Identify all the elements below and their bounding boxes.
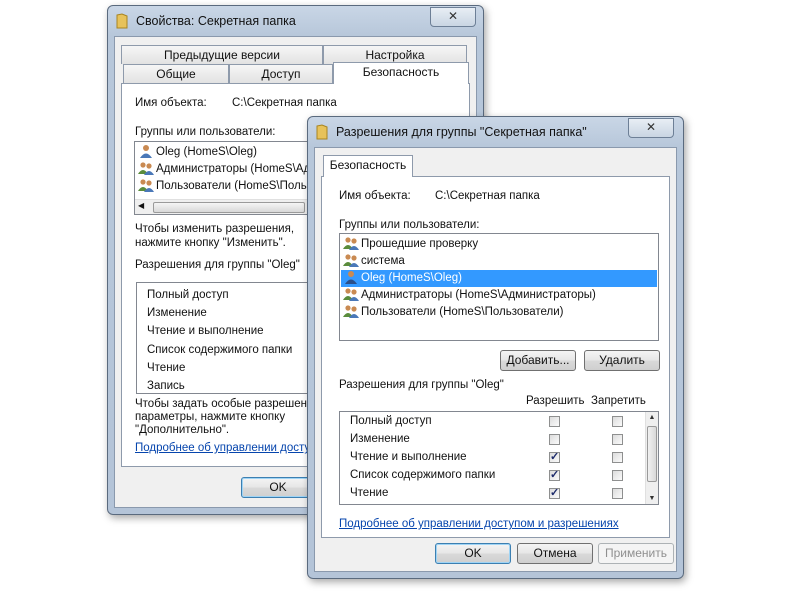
permission-row: Полный доступ <box>340 412 646 430</box>
allow-checkbox[interactable] <box>549 468 560 481</box>
list-item-selected[interactable]: Oleg (HomeS\Oleg) <box>341 270 657 287</box>
list-item[interactable]: Прошедшие проверку <box>343 236 478 253</box>
tab-security[interactable]: Безопасность <box>333 62 469 84</box>
permissions-label: Разрешения для группы "Oleg" <box>339 379 504 391</box>
access-control-link[interactable]: Подробнее об управлении доступом и разре… <box>339 518 619 530</box>
permissions-listbox: Полный доступ Изменение Чтение и выполне… <box>136 282 326 394</box>
permission-name: Изменение <box>350 433 410 445</box>
title-bar[interactable]: Разрешения для группы "Секретная папка" … <box>308 117 683 147</box>
permissions-grid: Полный доступ Изменение Чтение и выполне… <box>339 411 659 505</box>
permissions-window: Разрешения для группы "Секретная папка" … <box>307 116 684 579</box>
deny-header: Запретить <box>591 395 646 407</box>
list-item[interactable]: Пользователи (HomeS\Пользователи) <box>343 304 564 321</box>
window-client: Безопасность Имя объекта: C:\Секретная п… <box>314 147 677 572</box>
remove-button[interactable]: Удалить <box>584 350 660 371</box>
users-group-icon <box>138 161 154 175</box>
special-hint-2: параметры, нажмите кнопку <box>135 411 286 423</box>
close-icon: ✕ <box>645 120 657 134</box>
user-icon <box>343 270 359 284</box>
permission-row: Список содержимого папки <box>147 344 293 356</box>
deny-checkbox[interactable] <box>612 434 623 445</box>
object-name-label: Имя объекта: <box>339 190 411 202</box>
allow-checkbox[interactable] <box>549 416 560 427</box>
special-hint-1: Чтобы задать особые разрешения <box>135 398 320 410</box>
tab-previous-versions[interactable]: Предыдущие версии <box>121 45 323 64</box>
permission-name: Список содержимого папки <box>350 469 496 481</box>
window-title: Свойства: Секретная папка <box>136 14 296 28</box>
list-item[interactable]: система <box>343 253 405 270</box>
horizontal-scrollbar[interactable]: ◀ <box>135 199 323 214</box>
object-name-value: C:\Секретная папка <box>232 97 337 109</box>
permission-name: Полный доступ <box>350 415 432 427</box>
security-panel: Имя объекта: C:\Секретная папка Группы и… <box>321 176 670 538</box>
users-group-icon <box>343 304 359 318</box>
permission-row: Чтение <box>340 484 646 502</box>
vertical-scrollbar[interactable]: ▲ ▼ <box>645 412 658 504</box>
access-control-link[interactable]: Подробнее об управлении доступом <box>135 442 331 454</box>
permission-row: Полный доступ <box>147 289 229 301</box>
users-group-icon <box>343 253 359 267</box>
groups-label: Группы или пользователи: <box>339 219 480 231</box>
permission-row: Изменение <box>340 430 646 448</box>
list-item[interactable]: Пользователи (HomeS\Пользо <box>138 178 318 195</box>
folder-icon <box>116 13 128 29</box>
permission-row: Чтение и выполнение <box>340 448 646 466</box>
allow-checkbox[interactable] <box>549 434 560 445</box>
ok-button[interactable]: OK <box>241 477 315 498</box>
close-icon: ✕ <box>447 9 459 23</box>
permission-name: Чтение и выполнение <box>350 451 467 463</box>
permission-row: Список содержимого папки <box>340 466 646 484</box>
users-listbox[interactable]: Oleg (HomeS\Oleg) Администраторы (HomeS\… <box>134 141 324 215</box>
users-group-icon <box>343 287 359 301</box>
scroll-down-icon[interactable]: ▼ <box>646 495 658 502</box>
users-group-icon <box>343 236 359 250</box>
tab-general[interactable]: Общие <box>123 64 229 83</box>
scroll-left-icon[interactable]: ◀ <box>138 201 144 210</box>
object-name-label: Имя объекта: <box>135 97 207 109</box>
window-title: Разрешения для группы "Секретная папка" <box>336 125 587 139</box>
list-item[interactable]: Администраторы (HomeS\Администраторы) <box>343 287 596 304</box>
deny-checkbox[interactable] <box>612 416 623 427</box>
allow-checkbox[interactable] <box>549 450 560 463</box>
close-button[interactable]: ✕ <box>628 118 674 138</box>
tab-sharing[interactable]: Доступ <box>229 64 333 83</box>
deny-checkbox[interactable] <box>612 452 623 463</box>
ok-button[interactable]: OK <box>435 543 511 564</box>
object-name-value: C:\Секретная папка <box>435 190 540 202</box>
scroll-up-icon[interactable]: ▲ <box>646 414 658 421</box>
folder-icon <box>316 124 328 140</box>
list-item[interactable]: Администраторы (HomeS\Адми <box>138 161 323 178</box>
allow-header: Разрешить <box>526 395 585 407</box>
apply-button[interactable]: Применить <box>598 543 674 564</box>
permissions-label: Разрешения для группы "Oleg" <box>135 259 300 271</box>
change-hint-1: Чтобы изменить разрешения, <box>135 223 295 235</box>
permission-row: Запись <box>147 380 185 392</box>
permission-row: Чтение <box>147 362 186 374</box>
close-button[interactable]: ✕ <box>430 7 476 27</box>
permission-row: Изменение <box>147 307 207 319</box>
add-button[interactable]: Добавить... <box>500 350 576 371</box>
permission-name: Чтение <box>350 487 389 499</box>
deny-checkbox[interactable] <box>612 470 623 481</box>
permission-row: Чтение и выполнение <box>147 325 264 337</box>
users-group-icon <box>138 178 154 192</box>
cancel-button[interactable]: Отмена <box>517 543 593 564</box>
users-listbox[interactable]: Прошедшие проверку система Oleg (HomeS\O… <box>339 233 659 341</box>
special-hint-3: "Дополнительно". <box>135 424 230 436</box>
groups-label: Группы или пользователи: <box>135 126 276 138</box>
deny-checkbox[interactable] <box>612 488 623 499</box>
scroll-thumb[interactable] <box>647 426 657 482</box>
user-icon <box>138 144 154 158</box>
title-bar[interactable]: Свойства: Секретная папка ✕ <box>108 6 483 36</box>
list-item[interactable]: Oleg (HomeS\Oleg) <box>138 144 257 161</box>
change-hint-2: нажмите кнопку "Изменить". <box>135 237 286 249</box>
scroll-thumb[interactable] <box>153 202 305 213</box>
tab-security[interactable]: Безопасность <box>323 155 413 177</box>
allow-checkbox[interactable] <box>549 486 560 499</box>
